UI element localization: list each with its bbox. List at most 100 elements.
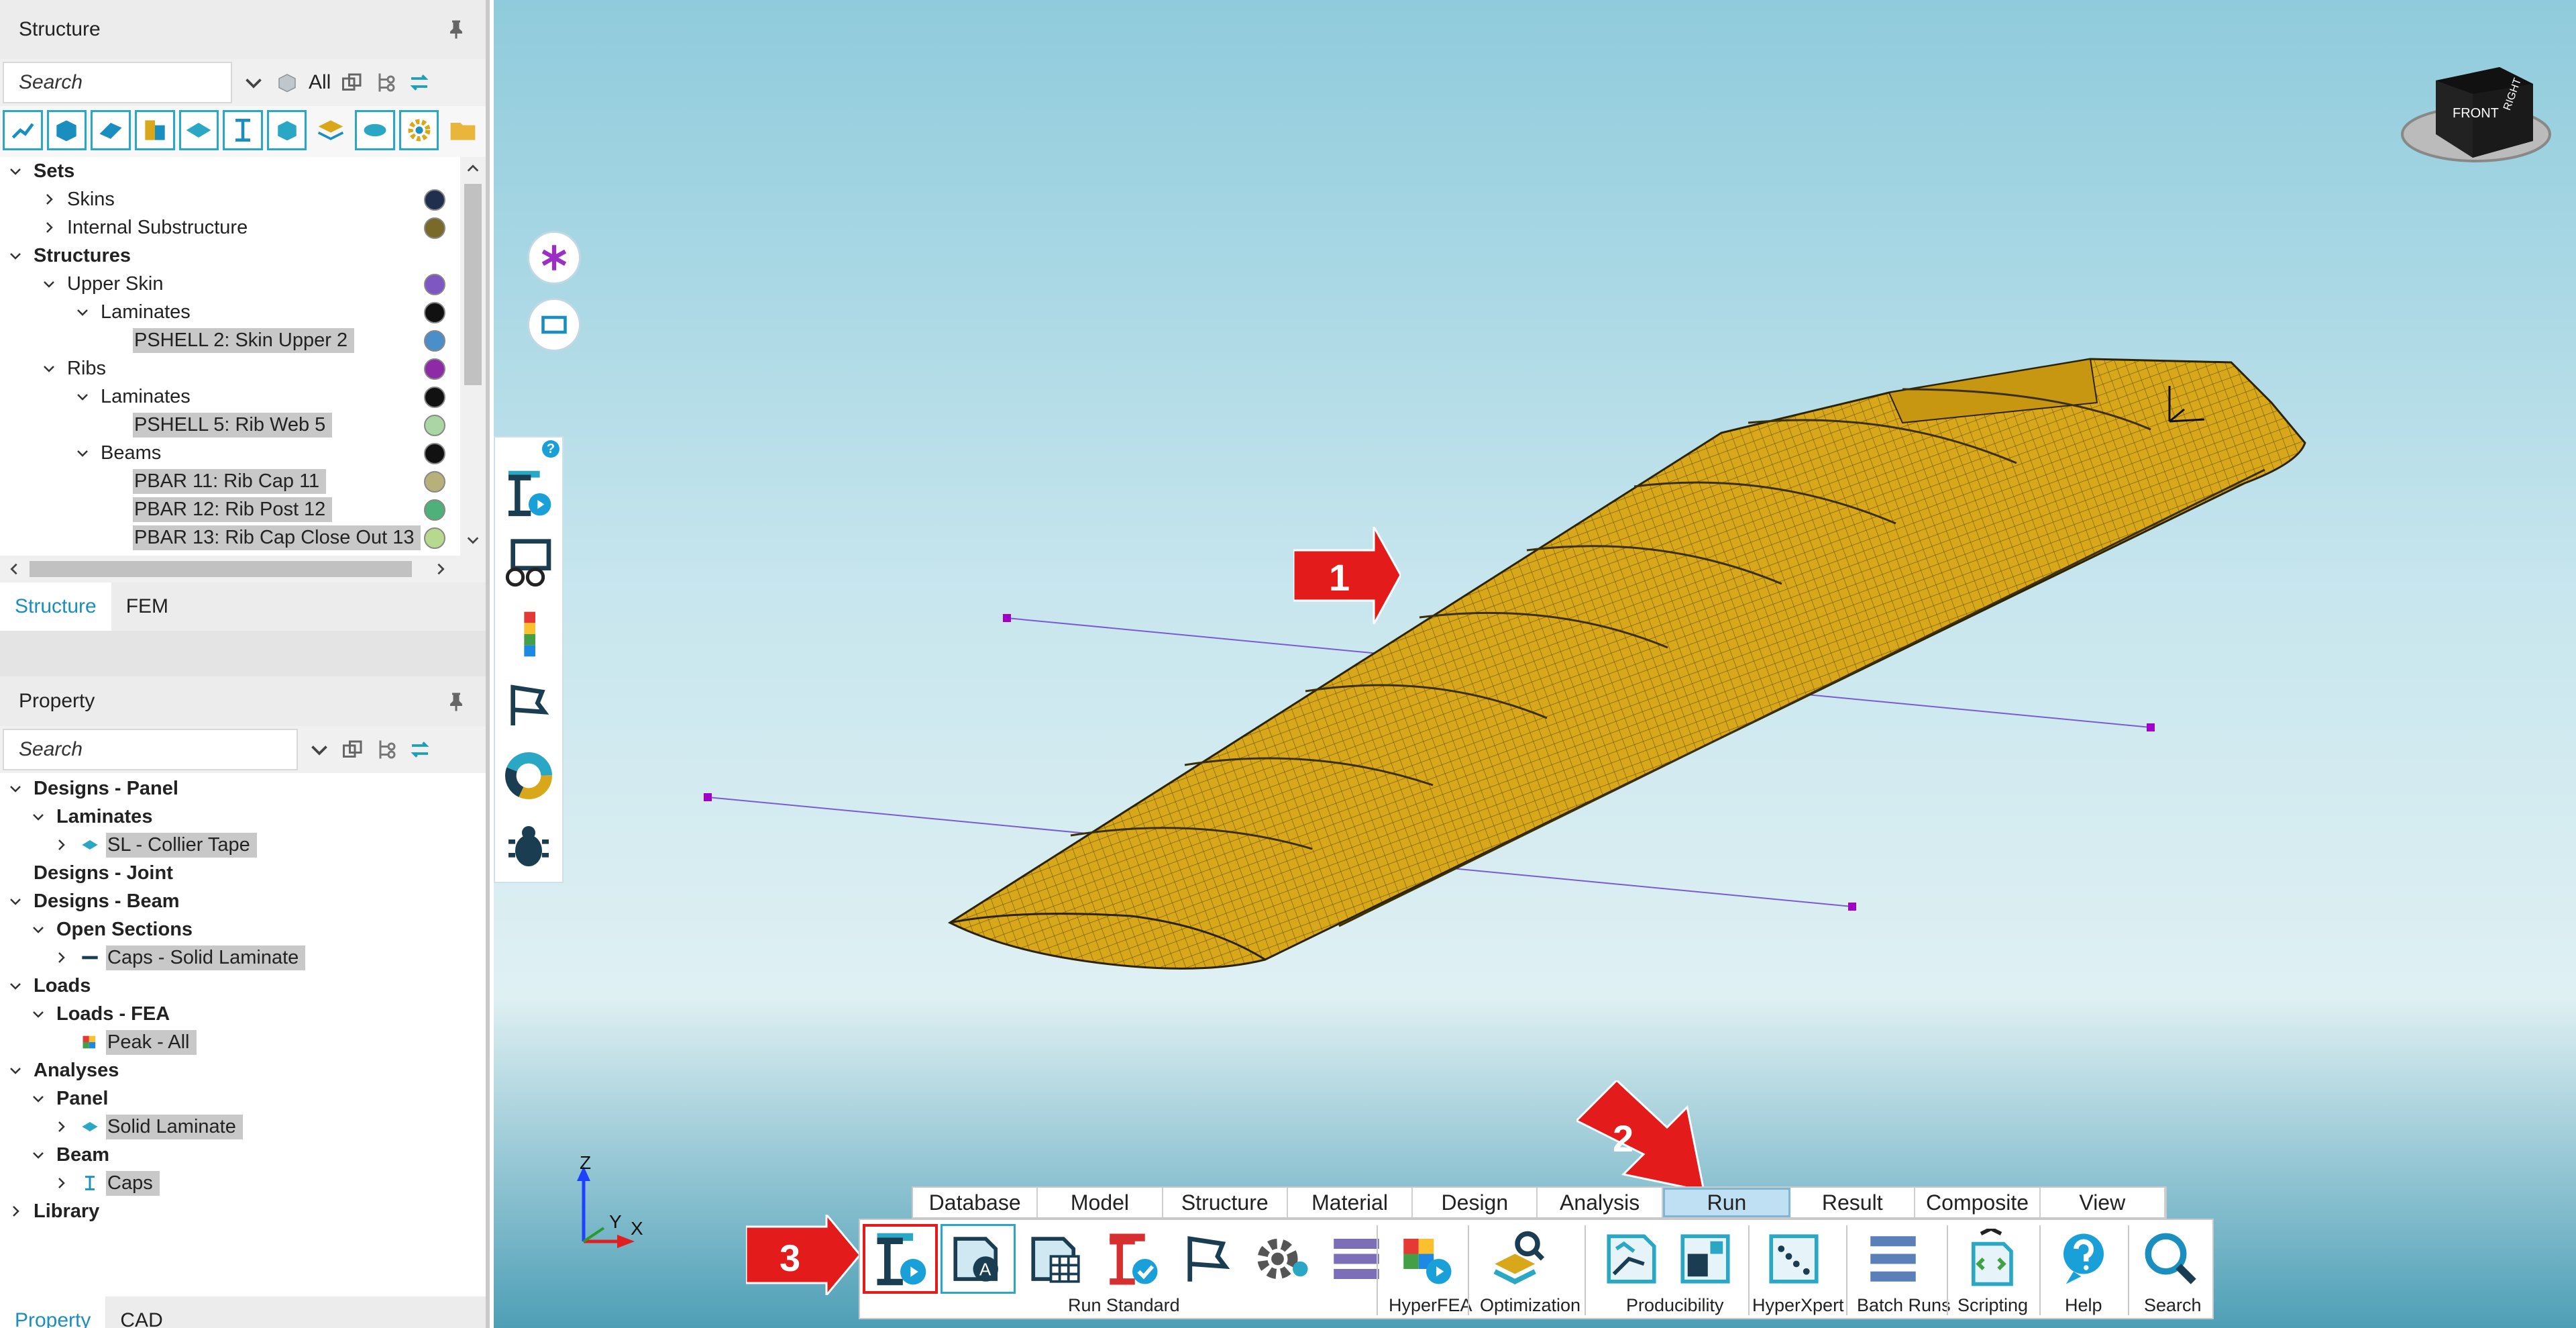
run-settings-button[interactable] <box>1245 1224 1320 1294</box>
color-swatch[interactable] <box>424 527 445 549</box>
tree-row[interactable]: Caps - Solid Laminate <box>0 943 486 972</box>
tree-row[interactable]: Laminates <box>0 298 460 326</box>
search-button[interactable] <box>2133 1224 2208 1294</box>
model-canvas[interactable] <box>494 0 2576 1328</box>
tree-row[interactable]: Loads <box>0 972 486 1000</box>
tree-row[interactable]: Open Sections <box>0 915 486 943</box>
producibility-button-1[interactable] <box>1594 1224 1669 1294</box>
tree-row[interactable]: Beams <box>0 439 460 467</box>
color-swatch[interactable] <box>424 387 445 408</box>
filter-all-label[interactable]: All <box>309 71 331 94</box>
filter-shell-button[interactable] <box>91 110 131 150</box>
cube-filter-icon[interactable] <box>275 70 299 95</box>
copy-icon[interactable] <box>341 737 365 762</box>
debug-bug-icon[interactable] <box>502 819 555 873</box>
chevron-down-icon[interactable] <box>28 807 48 827</box>
color-swatch[interactable] <box>424 330 445 352</box>
chevron-down-icon[interactable] <box>28 919 48 939</box>
tree-row[interactable]: Caps <box>0 1169 486 1197</box>
tab-fem[interactable]: FEM <box>111 582 183 631</box>
color-swatch[interactable] <box>424 358 445 380</box>
scroll-up-icon[interactable] <box>466 161 480 176</box>
tree-row[interactable]: PBAR 13: Rib Cap Close Out 13 <box>0 523 460 552</box>
color-swatch[interactable] <box>424 189 445 211</box>
donut-chart-icon[interactable] <box>502 749 555 803</box>
menu-result[interactable]: Result <box>1790 1188 1916 1217</box>
run-analysis-button[interactable] <box>863 1224 938 1294</box>
hierarchy-icon[interactable] <box>374 737 398 762</box>
chevron-down-icon[interactable] <box>307 737 331 762</box>
menu-database[interactable]: Database <box>913 1188 1038 1217</box>
tree-row[interactable]: Peak - All <box>0 1028 486 1056</box>
color-swatch[interactable] <box>424 217 445 239</box>
sync-icon[interactable] <box>407 70 431 95</box>
producibility-button-2[interactable] <box>1668 1224 1743 1294</box>
chevron-down-icon[interactable] <box>72 443 93 463</box>
run-check-button[interactable] <box>1095 1224 1170 1294</box>
scripting-button[interactable] <box>1953 1224 2029 1294</box>
tree-row[interactable]: Laminates <box>0 803 486 831</box>
snap-button[interactable] <box>527 231 581 285</box>
menu-composite[interactable]: Composite <box>1915 1188 2041 1217</box>
tree-row[interactable]: Designs - Panel <box>0 774 486 803</box>
pin-icon[interactable] <box>444 17 468 42</box>
tree-row[interactable]: Beam <box>0 1141 486 1169</box>
chevron-right-icon[interactable] <box>51 948 71 968</box>
run-server-button[interactable] <box>1319 1224 1394 1294</box>
sync-icon[interactable] <box>408 737 432 762</box>
run-flag-button[interactable] <box>1170 1224 1245 1294</box>
copy-icon[interactable] <box>340 70 364 95</box>
filter-ply-button[interactable] <box>355 110 395 150</box>
tree-row[interactable]: Laminates <box>0 382 460 411</box>
structure-tree[interactable]: Sets Skins Internal Substructure Structures… <box>0 157 486 556</box>
chevron-right-icon[interactable] <box>51 1173 71 1193</box>
menu-run[interactable]: Run <box>1662 1188 1791 1217</box>
hyperxpert-button[interactable] <box>1756 1224 1831 1294</box>
tree-row[interactable]: Loads - FEA <box>0 1000 486 1028</box>
menu-view[interactable]: View <box>2041 1188 2165 1217</box>
tree-row[interactable]: Designs - Joint <box>0 859 486 887</box>
tree-row[interactable]: PSHELL 5: Rib Web 5 <box>0 411 460 439</box>
tree-row[interactable]: Ribs <box>0 354 460 382</box>
run-batch-table-button[interactable] <box>1018 1224 1093 1294</box>
tree-row[interactable]: Internal Substructure <box>0 213 460 242</box>
hierarchy-icon[interactable] <box>374 70 398 95</box>
view-glasses-icon[interactable] <box>502 537 555 591</box>
filter-box-button[interactable] <box>266 110 307 150</box>
menu-analysis[interactable]: Analysis <box>1538 1188 1663 1217</box>
tree-row[interactable]: PSHELL 2: Skin Upper 2 <box>0 326 460 354</box>
chevron-down-icon[interactable] <box>241 70 266 95</box>
menu-model[interactable]: Model <box>1038 1188 1163 1217</box>
filter-folder-button[interactable] <box>443 110 483 150</box>
scroll-right-icon[interactable] <box>433 561 448 577</box>
chevron-down-icon[interactable] <box>72 302 93 322</box>
batch-runs-button[interactable] <box>1856 1224 1931 1294</box>
tree-row[interactable]: Library <box>0 1197 486 1225</box>
color-swatch[interactable] <box>424 274 445 295</box>
chevron-down-icon[interactable] <box>5 246 25 266</box>
chevron-right-icon[interactable] <box>5 1201 25 1221</box>
color-swatch[interactable] <box>424 499 445 521</box>
wing-model[interactable] <box>947 358 2306 970</box>
color-swatch[interactable] <box>424 443 445 464</box>
structure-search-input[interactable]: Search <box>3 62 232 103</box>
view-cube-front[interactable]: FRONT <box>2453 106 2499 121</box>
chevron-down-icon[interactable] <box>5 976 25 996</box>
pin-icon[interactable] <box>444 690 468 714</box>
chevron-down-icon[interactable] <box>28 1088 48 1109</box>
tree-row[interactable]: Upper Skin <box>0 270 460 298</box>
chevron-right-icon[interactable] <box>39 217 59 238</box>
tree-row[interactable]: Designs - Beam <box>0 887 486 915</box>
tree-row[interactable]: Panel <box>0 1084 486 1113</box>
3d-viewport[interactable]: ? FRONT RIGHT Z Y X 1 2 <box>494 0 2576 1328</box>
color-swatch[interactable] <box>424 471 445 493</box>
optimization-button[interactable] <box>1480 1224 1555 1294</box>
view-cube[interactable]: FRONT RIGHT <box>2399 54 2553 174</box>
contour-legend-icon[interactable] <box>502 607 555 661</box>
chevron-down-icon[interactable] <box>28 1004 48 1024</box>
chevron-right-icon[interactable] <box>51 1117 71 1137</box>
tree-row[interactable]: Sets <box>0 157 460 185</box>
chevron-down-icon[interactable] <box>72 387 93 407</box>
structure-vertical-scrollbar[interactable] <box>460 157 486 556</box>
filter-nodes-button[interactable] <box>3 110 43 150</box>
